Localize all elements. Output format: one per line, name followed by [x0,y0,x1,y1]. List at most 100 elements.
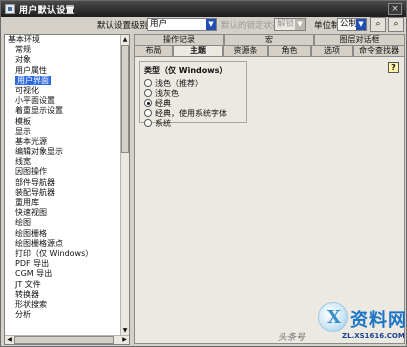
tree-item-label: 绘图栅格 [15,228,47,238]
category-tree-list: 基本环境 常规 对象 用户属性 用户界面 可视化 小平面设置 着重显示设置 模板 显示 基本光源 编辑… [5,35,129,320]
scroll-down-icon[interactable]: ▼ [121,326,129,335]
help-button[interactable]: ? [388,62,399,73]
theme-option[interactable]: 经典，使用系统字体 [144,108,242,118]
theme-option[interactable]: 系统 [144,118,242,128]
defaults-level-select[interactable]: 用户 ▼ [147,18,217,31]
radio-unchecked-icon[interactable] [144,89,152,97]
tree-item[interactable]: 线宽 [5,157,129,167]
tree-item[interactable]: 模板 [5,117,129,127]
tree-horizontal-scrollbar[interactable]: ◀ ▶ [5,335,129,344]
tree-item[interactable]: 用户属性 [5,66,129,76]
theme-type-title: 类型（仅 Windows） [144,66,228,75]
tab-options[interactable]: 选项 [311,45,353,56]
tree-item-label: 编辑对象显示 [15,147,63,157]
tree-item-label: 显示 [15,126,31,136]
tree-item[interactable]: 对象 [5,55,129,65]
tree-item[interactable]: 显示 [5,127,129,137]
tree-item[interactable]: 快速视图 [5,208,129,218]
tab-layer-dialog[interactable]: 图层对话框 [314,34,405,45]
theme-option-label: 系统 [155,118,171,128]
tab-theme[interactable]: 主题 [173,45,223,56]
tab-command-finder[interactable]: 命令查找器 [353,45,405,56]
theme-option[interactable]: 浅色（推荐） [144,78,242,88]
lock-state-label: 默认的锁定状态 [221,21,281,31]
tree-item[interactable]: 分析 [5,310,129,320]
tab-resource-bar[interactable]: 资源条 [223,45,268,56]
find-button[interactable]: ⌕ [370,17,386,32]
tree-item[interactable]: 基本光源 [5,137,129,147]
tree-vertical-thumb[interactable] [121,45,129,153]
tree-item-label: 对象 [15,55,31,65]
scroll-left-icon[interactable]: ◀ [5,336,14,344]
find-next-button[interactable]: ⌕ [388,17,404,32]
tree-item-label: 基本光源 [15,136,47,146]
tree-item[interactable]: 因图操作 [5,167,129,177]
tree-item[interactable]: PDF 导出 [5,259,129,269]
title-bar[interactable]: 用户默认设置 × [1,1,406,17]
category-tree[interactable]: 基本环境 常规 对象 用户属性 用户界面 可视化 小平面设置 着重显示设置 模板 显示 基本光源 编辑… [4,34,130,345]
tree-item-label: CGM 导出 [15,269,53,279]
settings-tabs: 操作记录 宏 图层对话框 布局 主题 资源条 角色 选项 命令查找器 类型（仅 … [134,34,405,344]
lock-state-value: 解锁 [277,19,295,29]
tree-item-label: 小平面设置 [15,96,55,106]
tree-item[interactable]: 绘图 [5,218,129,228]
tree-item[interactable]: 绘图栅格源点 [5,239,129,249]
defaults-level-value: 用户 [150,19,168,29]
scroll-up-icon[interactable]: ▲ [121,35,129,44]
tree-item-label: 用户界面 [15,75,51,85]
tree-item[interactable]: 打印（仅 Windows） [5,249,129,259]
tree-item-label: 可视化 [15,85,39,95]
tree-item-label: 分析 [15,310,31,320]
theme-option[interactable]: 浅灰色 [144,88,242,98]
tree-item[interactable]: 基本环境 [5,35,129,45]
tree-item[interactable]: 可视化 [5,86,129,96]
tree-item[interactable]: 装配导航器 [5,188,129,198]
tree-item-label: 常规 [15,45,31,55]
tree-item[interactable]: 用户界面 [5,75,129,86]
tree-vertical-scrollbar[interactable]: ▲ ▼ [120,35,129,335]
tree-item[interactable]: 小平面设置 [5,96,129,106]
tree-item[interactable]: 转换器 [5,290,129,300]
tab-roles[interactable]: 角色 [268,45,311,56]
tree-horizontal-thumb[interactable] [14,336,114,344]
tree-item[interactable]: 绘图栅格 [5,229,129,239]
watermark-logo-icon [318,302,348,332]
radio-unchecked-icon[interactable] [144,119,152,127]
close-icon[interactable]: × [388,3,402,15]
tree-item[interactable]: 常规 [5,45,129,55]
tree-item-label: 用户属性 [15,65,47,75]
binoculars-icon: ⌕ [375,19,381,29]
tree-item-label: 绘图栅格源点 [15,238,63,248]
tree-item-label: 装配导航器 [15,187,55,197]
tree-item[interactable]: JT 文件 [5,280,129,290]
radio-unchecked-icon[interactable] [144,79,152,87]
binoculars-next-icon: ⌕ [393,19,399,29]
tab-macro[interactable]: 宏 [224,34,314,45]
radio-unchecked-icon[interactable] [144,109,152,117]
theme-type-group: 类型（仅 Windows） 浅色（推荐） 浅灰色 经典 经典，使用系统字体 系统 [139,61,247,128]
chevron-down-icon: ▼ [356,19,366,30]
tree-item[interactable]: 着重显示设置 [5,106,129,116]
tree-item-label: 线宽 [15,157,31,167]
app-icon [5,4,15,14]
theme-option[interactable]: 经典 [144,98,242,108]
chevron-down-icon: ▼ [206,19,216,30]
tree-item-label: 部件导航器 [15,177,55,187]
tree-item-label: 形状搜索 [15,299,47,309]
tree-item-label: 打印（仅 Windows） [15,248,94,258]
tree-item[interactable]: 部件导航器 [5,178,129,188]
tree-item[interactable]: 形状搜索 [5,300,129,310]
tab-operation-log[interactable]: 操作记录 [134,34,224,45]
tree-item-label: 因图操作 [15,167,47,177]
tab-layout[interactable]: 布局 [134,45,173,56]
unit-system-select[interactable]: 公制 ▼ [337,18,367,31]
tree-item[interactable]: 重用库 [5,198,129,208]
lock-state-select: 解锁 ▼ [274,18,306,31]
tree-item-label: 快速视图 [15,208,47,218]
tree-item-label: JT 文件 [15,279,41,289]
radio-checked-icon[interactable] [144,99,152,107]
unit-system-value: 公制 [340,19,358,29]
tree-item[interactable]: 编辑对象显示 [5,147,129,157]
scroll-right-icon[interactable]: ▶ [120,336,129,344]
tree-item[interactable]: CGM 导出 [5,269,129,279]
